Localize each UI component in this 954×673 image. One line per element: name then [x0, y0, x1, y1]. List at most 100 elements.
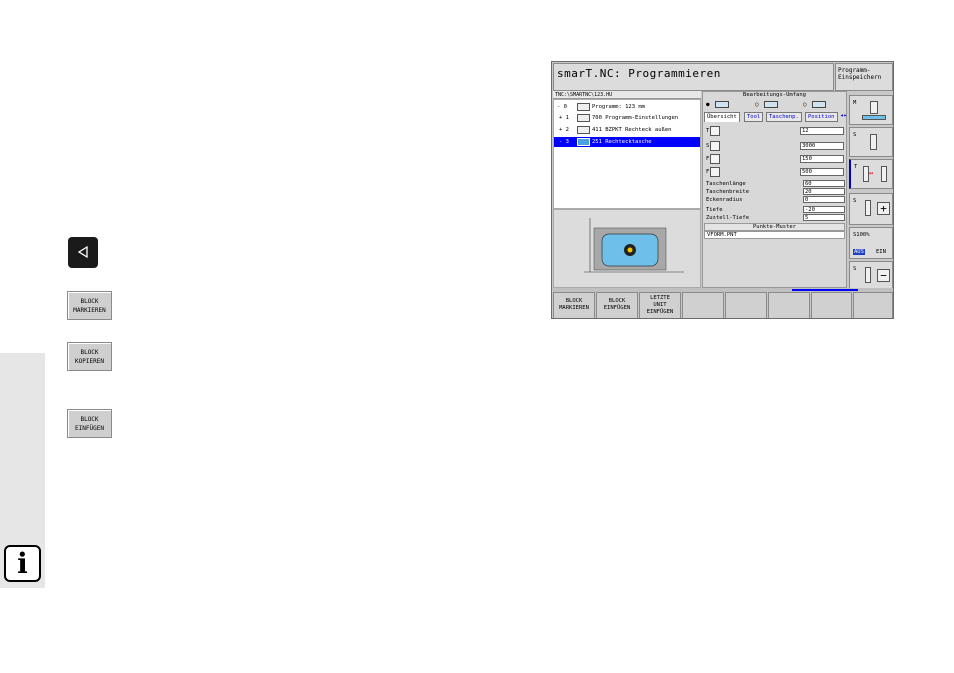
tree-prefix: + 2	[559, 127, 569, 133]
spindle-speed-input[interactable]: 3000	[800, 142, 844, 150]
tree-row[interactable]: + 2 411 BZPKT Rechteck außen	[554, 125, 700, 135]
aus-indicator: AUS	[853, 249, 865, 255]
param-input[interactable]: 5	[803, 214, 845, 221]
spindle-icon	[870, 134, 877, 150]
info-icon: i	[4, 545, 41, 582]
softkey-line1: BLOCK	[80, 349, 99, 356]
tab-position[interactable]: Position	[805, 112, 838, 122]
title-btn-line1: Programm-	[838, 67, 871, 74]
pocket-unit-icon	[577, 138, 590, 146]
param-row: Taschenlänge 60	[704, 180, 845, 188]
param-row: Tiefe -20	[704, 206, 845, 214]
hsk-empty-6[interactable]	[768, 292, 810, 318]
vsk-spindle[interactable]: S	[849, 127, 893, 157]
triangle-left-icon	[77, 245, 88, 259]
spindle-icon	[870, 101, 878, 114]
param-label: Eckenradius	[706, 197, 743, 203]
spindle-speed-field: S 3000	[704, 141, 845, 152]
spindle-icon[interactable]	[710, 141, 720, 151]
tree-prefix: - 0	[557, 104, 567, 110]
param-input[interactable]: -20	[803, 206, 845, 213]
ein-indicator: EIN	[876, 249, 886, 255]
softkey-line1: BLOCK	[80, 298, 99, 305]
program-save-button[interactable]: Programm- Einspeichern	[835, 63, 893, 91]
scope-finish-floor-radio[interactable]: ○	[755, 101, 779, 109]
machining-scope: ● ○ ○	[703, 99, 846, 111]
pocket-preview-graphic	[553, 209, 701, 288]
hsk-empty-5[interactable]	[725, 292, 767, 318]
block-kopieren-softkey[interactable]: BLOCK KOPIEREN	[67, 342, 112, 371]
tool-input[interactable]: 12	[800, 127, 844, 135]
vsk-label: S	[853, 132, 857, 138]
scope-roughing-radio[interactable]: ●	[706, 101, 730, 109]
milling-feed-input[interactable]: 500	[800, 168, 844, 176]
tool-change-arrow-icon: ↔	[869, 169, 874, 177]
tool-icon[interactable]	[710, 126, 720, 136]
title-btn-line2: Einspeichern	[838, 74, 882, 81]
hsk-empty-4[interactable]	[682, 292, 724, 318]
hsk-block-markieren[interactable]: BLOCK MARKIEREN	[553, 292, 595, 318]
hsk-line2: EINFÜGEN	[603, 305, 631, 311]
tool-field: T 12	[704, 126, 845, 137]
back-key[interactable]	[68, 237, 98, 268]
block-markieren-softkey[interactable]: BLOCK MARKIEREN	[67, 291, 112, 320]
program-tree: - 0 Programm: 123 mm + 1 700 Programm-Ei…	[553, 99, 701, 209]
plunge-feed-icon[interactable]	[710, 154, 720, 164]
plunge-feed-input[interactable]: 150	[800, 155, 844, 163]
tree-text: 251 Rechtecktasche	[592, 139, 652, 145]
program-icon	[577, 103, 590, 111]
hsk-line1: LETZTE	[650, 295, 670, 301]
tree-prefix: - 3	[559, 139, 569, 145]
vsk-spindle-plus[interactable]: S +	[849, 193, 893, 225]
spindle-icon	[865, 200, 871, 216]
param-input[interactable]: 20	[803, 188, 845, 195]
param-row: Taschenbreite 20	[704, 188, 845, 196]
hsk-letzte-unit-einfuegen[interactable]: LETZTE UNIT EINFÜGEN	[639, 292, 681, 318]
param-input[interactable]: 0	[803, 196, 845, 203]
softkey-line1: BLOCK	[80, 416, 99, 423]
hsk-empty-7[interactable]	[811, 292, 852, 318]
block-einfuegen-softkey[interactable]: BLOCK EINFÜGEN	[67, 409, 112, 438]
plus-icon: +	[877, 202, 890, 215]
vsk-spindle-minus[interactable]: S −	[849, 261, 893, 289]
tree-row[interactable]: - 0 Programm: 123 mm	[554, 102, 700, 112]
param-label: Tiefe	[706, 207, 723, 213]
tab-tool[interactable]: Tool	[744, 112, 764, 122]
param-label: Zustell-Tiefe	[706, 215, 750, 221]
param-label: Taschenbreite	[706, 189, 750, 195]
tree-row-selected[interactable]: - 3 251 Rechtecktasche	[554, 137, 700, 147]
hsk-line2: UNIT	[653, 302, 667, 308]
unit-form: Bearbeitungs-Umfang ● ○ ○ Übersicht Tool…	[702, 91, 847, 288]
param-row: Zustell-Tiefe 5	[704, 214, 845, 222]
milling-feed-icon[interactable]	[710, 167, 720, 177]
plunge-feed-field: F 150	[704, 154, 845, 165]
scope-finish-side-radio[interactable]: ○	[803, 101, 827, 109]
vsk-label: S	[853, 266, 857, 272]
tree-text: Programm: 123 mm	[592, 104, 645, 110]
tree-row[interactable]: + 1 700 Programm-Einstellungen	[554, 113, 700, 123]
tab-scroll-icon[interactable]: ◂▸	[840, 113, 847, 119]
vsk-label: M	[853, 100, 857, 106]
vsk-machine-function[interactable]: M	[849, 95, 893, 125]
spindle-icon	[865, 267, 871, 283]
tab-uebersicht[interactable]: Übersicht	[704, 112, 740, 122]
vsk-override[interactable]: S100% AUS EIN	[849, 227, 893, 259]
param-label: Taschenlänge	[706, 181, 746, 187]
hsk-block-einfuegen[interactable]: BLOCK EINFÜGEN	[596, 292, 638, 318]
vsk-tool[interactable]: T ↔	[849, 159, 893, 189]
vsk-label: S100%	[853, 232, 870, 238]
settings-unit-icon	[577, 114, 590, 122]
pattern-header: Punkte-Muster	[704, 223, 845, 231]
softkey-line2: MARKIEREN	[73, 307, 106, 314]
tree-prefix: + 1	[559, 115, 569, 121]
vsk-label: S	[853, 198, 857, 204]
param-input[interactable]: 60	[803, 180, 845, 187]
datum-unit-icon	[577, 126, 590, 134]
hsk-empty-8[interactable]	[853, 292, 893, 318]
form-header: Bearbeitungs-Umfang	[743, 92, 806, 98]
pattern-input[interactable]: VFORM.PNT	[704, 231, 845, 239]
tab-taschenp[interactable]: Taschenp.	[766, 112, 802, 122]
hsk-line3: EINFÜGEN	[646, 309, 674, 315]
hsk-line1: BLOCK	[608, 298, 626, 304]
form-tabs: Übersicht Tool Taschenp. Position ◂▸	[703, 112, 847, 122]
